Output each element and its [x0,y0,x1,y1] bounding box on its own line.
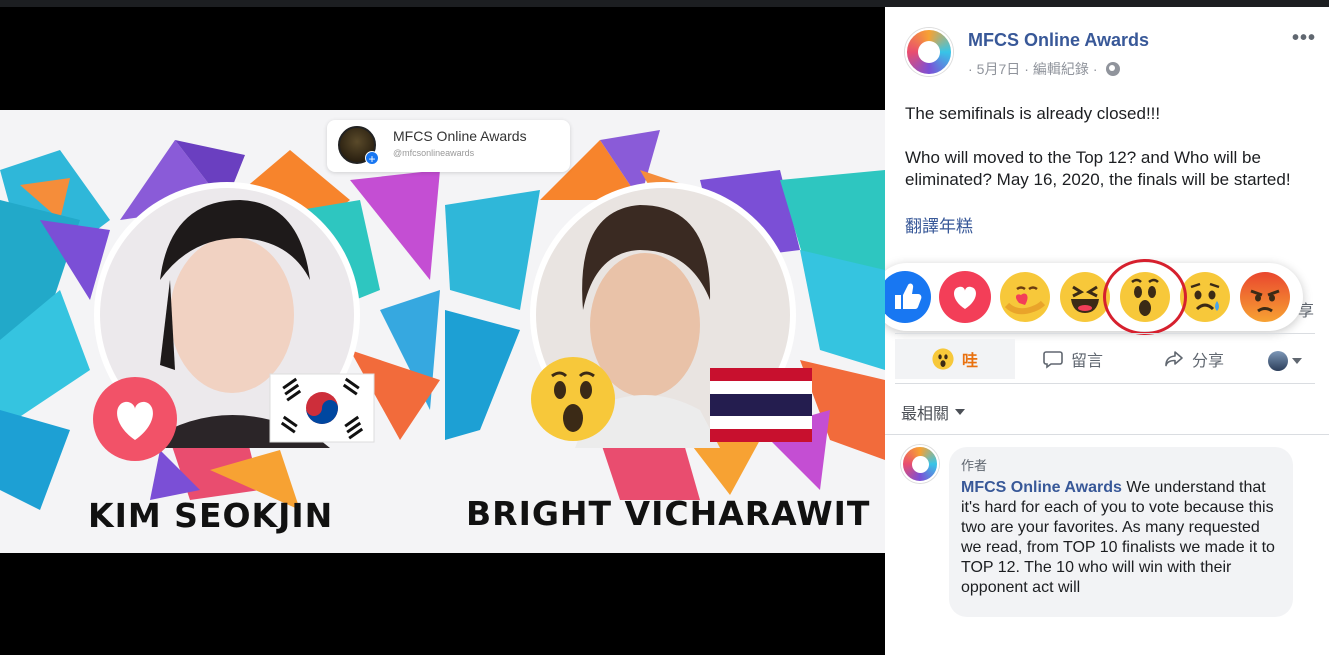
share-button[interactable]: 分享 [1164,339,1224,379]
divider [895,383,1315,384]
love-badge-icon [93,377,177,461]
comment-body: We understand that it's hard for each of… [961,479,1275,596]
comment-sort-dropdown[interactable]: 最相關 [901,400,966,424]
reaction-button-label: 哇 [961,353,978,370]
reaction-button[interactable]: 哇 [895,339,1015,379]
author-badge: 作者 [961,458,988,473]
comment-sort-label: 最相關 [901,406,950,423]
korea-flag-icon [269,373,375,443]
caret-down-icon [1292,358,1302,364]
screen: + MFCS Online Awards @mfcsonlineawards K… [0,0,1329,655]
divider [885,434,1329,435]
comment-bubble: 作者 MFCS Online Awards We understand that… [949,447,1293,617]
reaction-picker [885,263,1303,331]
top-bar [0,0,1329,7]
post-text: The semifinals is already closed!!! Who … [905,103,1305,213]
comment-button-label: 留言 [1071,353,1104,370]
page-tag-card: + MFCS Online Awards @mfcsonlineawards [327,120,570,172]
comment-icon [1043,351,1063,369]
share-button-label: 分享 [1192,353,1225,370]
comment-button[interactable]: 留言 [1043,339,1103,379]
globe-icon [1105,62,1120,76]
post-date[interactable]: 5月7日 [977,59,1021,79]
left-nominee-name: KIM SEOKJIN [88,496,334,535]
care-icon[interactable] [999,271,1051,323]
translate-link[interactable]: 翻譯年糕 [905,212,973,237]
page-name-link[interactable]: MFCS Online Awards [968,30,1149,51]
like-icon[interactable] [885,271,931,323]
comment-text: MFCS Online Awards We understand that it… [961,478,1281,598]
caret-down-icon [955,409,966,415]
post-side-panel: MFCS Online Awards · 5月7日 · 編輯紀錄 · ••• T… [885,7,1329,655]
highlight-circle [1103,259,1187,335]
follow-plus-icon: + [365,151,379,166]
angry-icon[interactable] [1239,271,1291,323]
divider [895,333,1315,334]
right-nominee-name: BRIGHT VICHARAWIT [466,494,871,533]
share-icon [1165,351,1183,367]
user-avatar [1268,351,1288,371]
commenter-name-link[interactable]: MFCS Online Awards [961,479,1122,496]
more-options-icon[interactable]: ••• [1292,27,1316,50]
post-text-line: Who will moved to the Top 12? and Who wi… [905,148,1291,189]
wow-small-icon [932,348,954,370]
photo-artwork [0,130,885,510]
tag-page-name: MFCS Online Awards [393,128,527,144]
wow-badge-icon [531,357,615,441]
post-text-line: The semifinals is already closed!!! [905,104,1161,123]
love-icon[interactable] [939,271,991,323]
post-photo[interactable]: + MFCS Online Awards @mfcsonlineawards K… [0,110,885,553]
commenter-avatar[interactable] [901,445,939,483]
edit-history-link[interactable]: 編輯紀錄 [1033,59,1089,79]
thailand-flag-icon [710,368,812,442]
post-meta: · 5月7日 · 編輯紀錄 · [968,59,1120,79]
identity-selector[interactable] [1268,351,1302,371]
page-avatar[interactable] [905,28,953,76]
tag-handle: @mfcsonlineawards [393,148,475,158]
